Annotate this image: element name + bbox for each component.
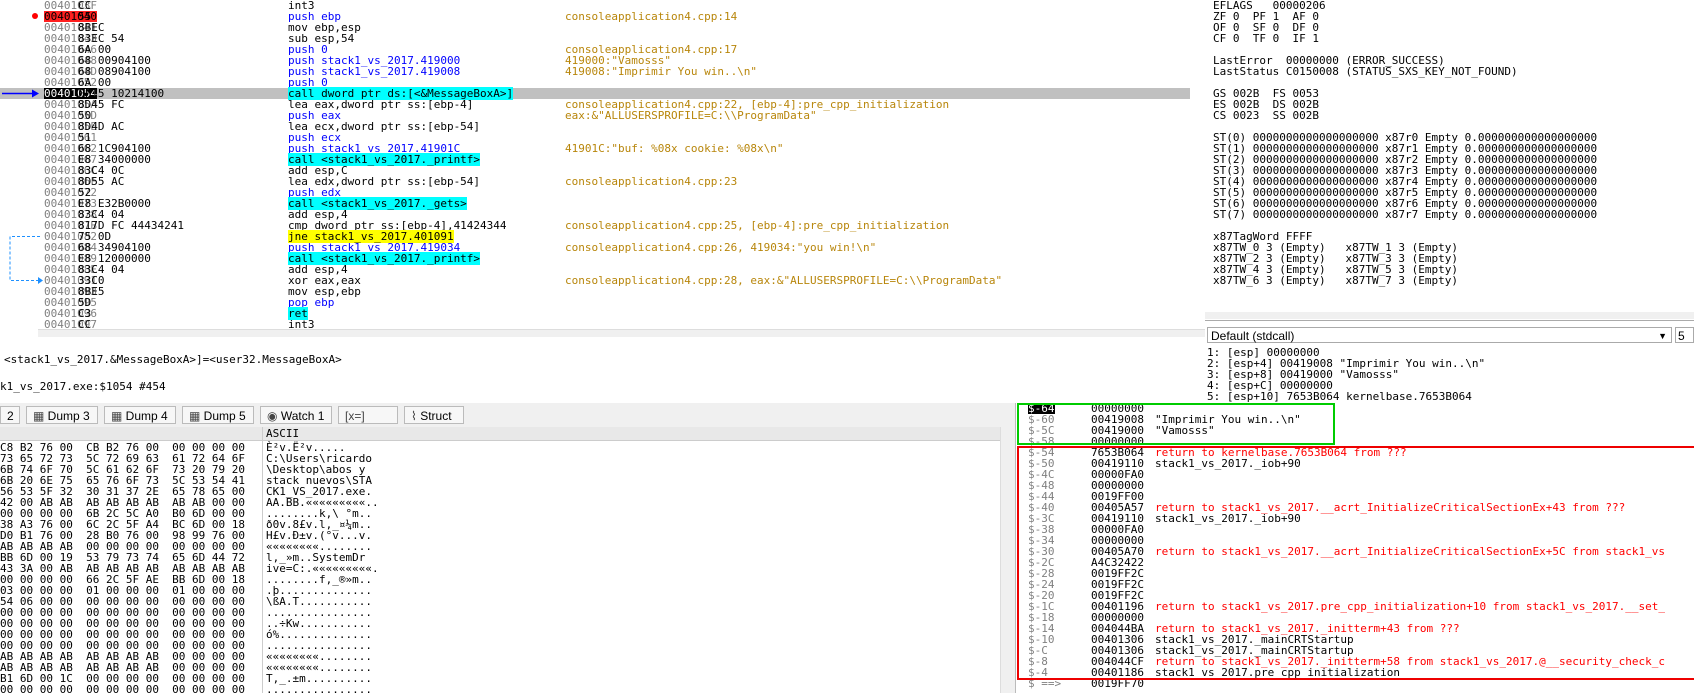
disasm-comment: consoleapplication4.cpp:26, 419034:"you … [565, 241, 877, 254]
disasm-row[interactable]: 0040106F 8D55 AC lea edx,dword ptr ss:[ebp… [0, 176, 1190, 187]
tab-label: Struct [420, 409, 452, 423]
buffer-highlight-box [1017, 446, 1694, 680]
tab-2[interactable]: 2 [0, 406, 20, 424]
disasm-comment: 41901C:"buf: %08x cookie: %08x\n" [565, 142, 784, 155]
info-box: <stack1_vs_2017.&MessageBoxA>]=<user32.M… [0, 337, 1205, 403]
disasm-row[interactable]: 00401062 68 1C904100 push stack1_vs_2017.4… [0, 143, 1190, 154]
disasm-row[interactable]: 00401096 C3 ret [0, 307, 1190, 320]
tab-dump-4[interactable]: ▦ Dump 4 [104, 406, 176, 424]
tab-dump-3[interactable]: ▦ Dump 3 [26, 406, 98, 424]
dump-view[interactable]: ASCII C8 B2 76 00 CB B2 76 00 00 00 00 0… [0, 427, 1000, 693]
memory-icon: ▦ [33, 409, 48, 423]
disasm-row[interactable]: 0040107B 817D FC 44434241 cmp dword ptr ss… [0, 220, 1190, 231]
disasm-row[interactable]: 00401089 E8 12000000 call <stack1_vs_2017.… [0, 252, 1190, 265]
tab-label: Dump 5 [203, 409, 246, 423]
register-line[interactable]: CS 0023 SS 002B [1213, 110, 1319, 121]
tab-label: 2 [7, 409, 14, 423]
disasm-comment: consoleapplication4.cpp:28, eax:&"ALLUSE… [565, 274, 1003, 287]
disasm-row[interactable]: 00401067 E8 34000000 call <stack1_vs_2017.… [0, 153, 1190, 166]
disasm-row[interactable]: 00401093 8BE5 mov esp,ebp [0, 286, 1190, 297]
disasm-row[interactable]: 00401072 52 push edx [0, 187, 1190, 198]
disassembly-view[interactable]: 0040103F CC int3 00401040 55 push ebp consolea… [0, 0, 1205, 337]
dump-ascii[interactable]: ................ [266, 684, 372, 693]
tab-label: Dump 4 [125, 409, 168, 423]
disasm-row[interactable]: 0040104D 68 08904100 push stack1_vs_2017.4… [0, 66, 1190, 77]
disasm-comment: consoleapplication4.cpp:25, [ebp-4]:pre_… [565, 219, 950, 232]
memory-icon: ▦ [111, 409, 126, 423]
disasm-row[interactable]: 00401052 6A 00 push 0 [0, 77, 1190, 88]
tab-struct[interactable]: ⌇ Struct [404, 406, 464, 424]
disasm-row[interactable]: 00401073 E8 E32B0000 call <stack1_vs_2017.… [0, 197, 1190, 210]
rip-arrow-icon [0, 88, 40, 99]
disasm-row[interactable]: 00401095 5D pop ebp [0, 297, 1190, 308]
call-args-list: 1: [esp] 00000000 2: [esp+4] 00419008 "Im… [1207, 347, 1485, 402]
dump-hex[interactable]: 00 00 00 00 00 00 00 00 00 00 00 00 [0, 684, 245, 693]
call-args-panel: Default (stdcall) ▼ 5 1: [esp] 00000000 2… [1205, 320, 1694, 403]
jump-arrow-icon [0, 231, 44, 286]
dump-header: ASCII [0, 427, 1000, 441]
calling-convention-value: Default (stdcall) [1211, 329, 1295, 343]
disasm-row[interactable]: 00401091 33C0 xor eax,eax consoleapplicatio… [0, 275, 1190, 286]
disasm-row[interactable]: 0040105E 8D4D AC lea ecx,dword ptr ss:[ebp… [0, 121, 1190, 132]
breakpoint-dot-icon[interactable] [32, 13, 38, 19]
info-line-1: <stack1_vs_2017.&MessageBoxA>]=<user32.M… [4, 353, 342, 366]
tab-locals[interactable]: [x=] Locals [338, 406, 398, 441]
dump-tabs: 2▦ Dump 3▦ Dump 4▦ Dump 5◉ Watch 1[x=] L… [0, 403, 1015, 441]
dump-vscrollbar[interactable] [1000, 427, 1016, 693]
struct-icon: ⌇ [411, 409, 421, 423]
disasm-row[interactable]: 0040105D 50 push eax eax:&"ALLUSERSPROFILE=… [0, 110, 1190, 121]
dump-column-divider [262, 427, 263, 693]
calling-convention-select[interactable]: Default (stdcall) ▼ [1207, 327, 1672, 343]
args-highlight-box [1017, 403, 1335, 445]
disasm-row[interactable]: 00401040 55 push ebp consoleapplication4.cp… [0, 11, 1190, 22]
disasm-comment: 419008:"Imprimir You win..\n" [565, 65, 758, 78]
arg-count-input[interactable]: 5 [1675, 327, 1694, 343]
watch-icon: ◉ [267, 409, 281, 423]
ascii-column-header: ASCII [266, 427, 300, 440]
chevron-down-icon[interactable]: ▼ [1658, 328, 1667, 344]
tab-label: Dump 3 [47, 409, 90, 423]
disasm-row[interactable]: 00401041 8BEC mov ebp,esp [0, 22, 1190, 33]
disasm-row[interactable]: 00401084 68 34904100 push stack1_vs_2017.4… [0, 242, 1190, 253]
tab-dump-5[interactable]: ▦ Dump 5 [182, 406, 254, 424]
disasm-comment: consoleapplication4.cpp:23 [565, 175, 738, 188]
regs-hscrollbar[interactable] [1205, 312, 1694, 319]
tab-label: Watch 1 [280, 409, 325, 423]
register-line[interactable]: ST(7) 0000000000000000000 x87r7 Empty 0.… [1213, 209, 1597, 220]
locals-icon: [x=] [345, 409, 365, 423]
register-line[interactable]: CF 0 TF 0 IF 1 [1213, 33, 1319, 44]
tab-watch-1[interactable]: ◉ Watch 1 [260, 406, 332, 424]
stack-view[interactable]: $-64 00000000 $-60 00419008 "Imprimir You wi… [1015, 403, 1694, 693]
disasm-comment: consoleapplication4.cpp:14 [565, 10, 738, 23]
registers-view[interactable]: EFLAGS 00000206 ZF 0 PF 1 AF 0 OF 0 SF 0 D… [1205, 0, 1694, 320]
call-arg-line: 5: [esp+10] 7653B064 kernelbase.7653B064 [1207, 390, 1472, 403]
register-line[interactable]: x87TW_6 3 (Empty) x87TW_7 3 (Empty) [1213, 275, 1458, 286]
memory-icon: ▦ [189, 409, 204, 423]
info-line-2: k1_vs_2017.exe:$1054 #454 [0, 380, 166, 393]
register-line[interactable]: LastStatus C0150008 (STATUS_SXS_KEY_NOT_… [1213, 66, 1518, 77]
disasm-comment: eax:&"ALLUSERSPROFILE=C:\\ProgramData" [565, 109, 817, 122]
